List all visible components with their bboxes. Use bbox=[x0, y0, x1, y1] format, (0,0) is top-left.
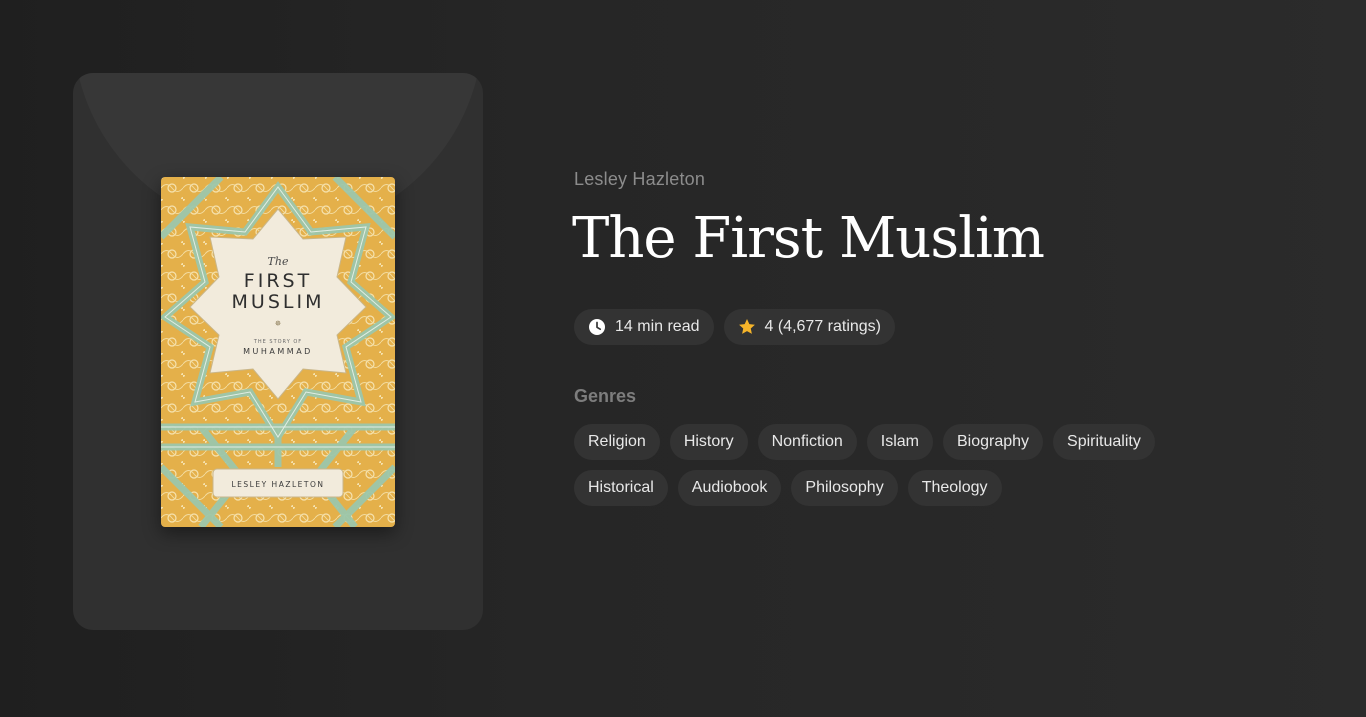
genre-chip-history[interactable]: History bbox=[669, 424, 748, 460]
clock-icon bbox=[588, 318, 606, 336]
genre-chip-nonfiction[interactable]: Nonfiction bbox=[757, 424, 857, 460]
rating-badge: 4 (4,677 ratings) bbox=[723, 309, 896, 345]
genre-chip-biography[interactable]: Biography bbox=[942, 424, 1044, 460]
read-time-badge: 14 min read bbox=[574, 309, 714, 345]
rating-label: 4 (4,677 ratings) bbox=[764, 318, 882, 335]
cover-title-the: The bbox=[268, 255, 289, 268]
cover-title-line2: MUSLIM bbox=[232, 291, 325, 313]
genre-list: Religion History Nonfiction Islam Biogra… bbox=[574, 424, 1194, 506]
cover-author: LESLEY HAZLETON bbox=[232, 480, 325, 489]
book-cover-illustration: The FIRST MUSLIM ✵ THE STORY OF MUHAMMAD… bbox=[161, 177, 395, 527]
book-author[interactable]: Lesley Hazleton bbox=[574, 166, 1314, 192]
genre-chip-historical[interactable]: Historical bbox=[574, 470, 668, 506]
genre-chip-philosophy[interactable]: Philosophy bbox=[791, 470, 898, 506]
genre-chip-religion[interactable]: Religion bbox=[574, 424, 660, 460]
book-details: Lesley Hazleton The First Muslim 14 min … bbox=[572, 166, 1314, 506]
book-cover-image: The FIRST MUSLIM ✵ THE STORY OF MUHAMMAD… bbox=[161, 177, 395, 527]
genres-heading: Genres bbox=[574, 386, 637, 406]
genre-chip-theology[interactable]: Theology bbox=[907, 470, 1002, 506]
cover-panel: The FIRST MUSLIM ✵ THE STORY OF MUHAMMAD… bbox=[73, 73, 483, 630]
cover-subtitle: THE STORY OF bbox=[253, 339, 302, 345]
star-icon bbox=[738, 318, 756, 336]
book-meta: 14 min read 4 (4,677 ratings) bbox=[574, 309, 1314, 345]
genre-chip-audiobook[interactable]: Audiobook bbox=[677, 470, 782, 506]
book-title: The First Muslim bbox=[572, 206, 1045, 271]
read-time-label: 14 min read bbox=[615, 318, 700, 335]
genre-chip-islam[interactable]: Islam bbox=[866, 424, 933, 460]
cover-ornament-icon: ✵ bbox=[275, 319, 282, 328]
cover-title-line1: FIRST bbox=[244, 270, 312, 292]
cover-subject: MUHAMMAD bbox=[243, 347, 313, 356]
genre-chip-spirituality[interactable]: Spirituality bbox=[1053, 424, 1155, 460]
